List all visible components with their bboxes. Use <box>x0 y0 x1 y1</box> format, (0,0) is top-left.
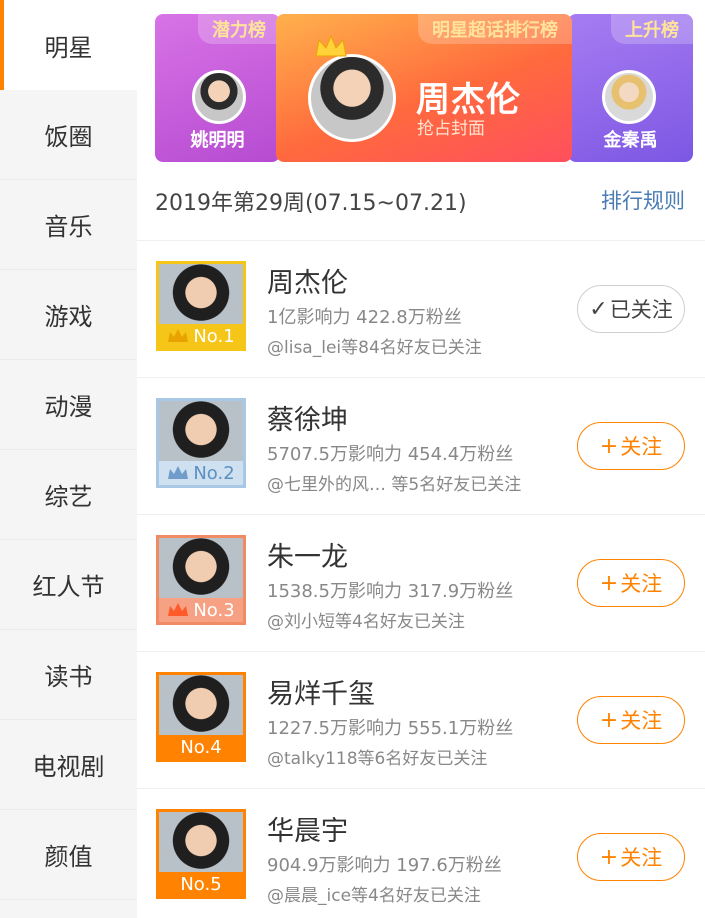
sidebar-item-games[interactable]: 游戏 <box>0 270 137 360</box>
follow-button[interactable]: + 关注 <box>577 696 685 744</box>
sidebar-item-label: 明星 <box>44 33 93 62</box>
sidebar-item-looks[interactable]: 颜值 <box>0 810 137 900</box>
sidebar-item-influencer[interactable]: 红人节 <box>0 540 137 630</box>
banner-tag: 潜力榜 <box>198 14 280 44</box>
follow-button-label: 关注 <box>620 846 663 870</box>
avatar <box>192 70 246 124</box>
follow-button-label: 关注 <box>620 709 663 733</box>
star-stats: 5707.5万影响力 454.4万粉丝 <box>267 444 514 465</box>
follow-button-label: 关注 <box>620 435 663 459</box>
star-name[interactable]: 朱一龙 <box>267 535 348 574</box>
star-name[interactable]: 华晨宇 <box>267 809 348 848</box>
rank-badge: No.1 <box>159 324 243 348</box>
ranking-row[interactable]: No.2 蔡徐坤 5707.5万影响力 454.4万粉丝 @七里外的风… 等5名… <box>137 377 705 514</box>
week-header: 2019年第29周(07.15~07.21) 排行规则 <box>155 185 695 219</box>
sidebar-item-label: 电视剧 <box>32 753 105 781</box>
follow-button[interactable]: + 关注 <box>577 422 685 470</box>
crown-icon <box>315 34 347 57</box>
sidebar-item-label: 颜值 <box>44 843 93 871</box>
follow-button-label: 关注 <box>620 572 663 596</box>
rank-number: No.5 <box>180 873 222 895</box>
follow-button-label: 已关注 <box>609 298 673 322</box>
crown-icon <box>168 603 189 616</box>
sidebar-item-label: 红人节 <box>32 573 105 601</box>
star-avatar[interactable]: No.3 <box>156 535 246 625</box>
star-stats: 1亿影响力 422.8万粉丝 <box>267 307 462 328</box>
crown-icon <box>168 329 189 342</box>
star-avatar[interactable]: No.2 <box>156 398 246 488</box>
rank-number: No.3 <box>193 599 235 621</box>
star-avatar[interactable]: No.1 <box>156 261 246 351</box>
star-avatar[interactable]: No.5 <box>156 809 246 899</box>
rank-number: No.2 <box>193 462 235 484</box>
week-label: 2019年第29周(07.15~07.21) <box>155 191 467 216</box>
banner-star-name: 金秦禹 <box>603 130 658 151</box>
rank-badge: No.2 <box>159 461 243 485</box>
rank-badge: No.5 <box>159 872 243 896</box>
rank-badge: No.3 <box>159 598 243 622</box>
friends-following: @lisa_lei等84名好友已关注 <box>267 338 482 358</box>
star-avatar[interactable]: No.4 <box>156 672 246 762</box>
plus-icon: + <box>599 844 619 870</box>
plus-icon: + <box>599 433 619 459</box>
plus-icon: + <box>599 707 619 733</box>
ranking-row[interactable]: No.4 易烊千玺 1227.5万影响力 555.1万粉丝 @talky118等… <box>137 651 705 788</box>
sidebar-item-fandom[interactable]: 饭圈 <box>0 90 137 180</box>
sidebar-item-label: 读书 <box>44 663 93 691</box>
category-sidebar: 明星 饭圈 音乐 游戏 动漫 综艺 红人节 读书 电视剧 颜值 <box>0 0 137 918</box>
followed-button[interactable]: ✓ 已关注 <box>577 285 685 333</box>
sidebar-item-label: 音乐 <box>44 213 93 241</box>
plus-icon: + <box>599 570 619 596</box>
star-name[interactable]: 易烊千玺 <box>267 672 375 711</box>
avatar <box>308 54 396 142</box>
sidebar-item-label: 动漫 <box>44 393 93 421</box>
avatar <box>602 70 656 124</box>
sidebar-item-music[interactable]: 音乐 <box>0 180 137 270</box>
sidebar-item-anime[interactable]: 动漫 <box>0 360 137 450</box>
sidebar-item-tv[interactable]: 电视剧 <box>0 720 137 810</box>
banner-tag: 明星超话排行榜 <box>418 14 572 44</box>
friends-following: @七里外的风… 等5名好友已关注 <box>267 475 522 495</box>
star-stats: 904.9万影响力 197.6万粉丝 <box>267 855 502 876</box>
follow-button[interactable]: + 关注 <box>577 833 685 881</box>
check-icon: ✓ <box>589 296 608 322</box>
banner-star-name: 姚明明 <box>190 130 245 151</box>
follow-button[interactable]: + 关注 <box>577 559 685 607</box>
sidebar-item-stars[interactable]: 明星 <box>0 0 137 90</box>
star-stats: 1538.5万影响力 317.9万粉丝 <box>267 581 514 602</box>
banner-tag: 上升榜 <box>611 14 693 44</box>
star-ranking-banner[interactable]: 明星超话排行榜 周杰伦 抢占封面 <box>276 14 572 162</box>
star-name[interactable]: 蔡徐坤 <box>267 398 348 437</box>
potential-chart-banner[interactable]: 潜力榜 姚明明 <box>155 14 280 162</box>
rising-chart-banner[interactable]: 上升榜 金秦禹 <box>568 14 693 162</box>
sidebar-item-label: 游戏 <box>44 303 93 331</box>
ranking-row[interactable]: No.1 周杰伦 1亿影响力 422.8万粉丝 @lisa_lei等84名好友已… <box>137 240 705 377</box>
rank-badge: No.4 <box>159 735 243 759</box>
friends-following: @晨晨_ice等4名好友已关注 <box>267 886 481 906</box>
star-name[interactable]: 周杰伦 <box>267 261 348 300</box>
sidebar-item-books[interactable]: 读书 <box>0 630 137 720</box>
banner-subtitle: 抢占封面 <box>417 119 485 139</box>
sidebar-item-label: 饭圈 <box>44 123 93 151</box>
ranking-row[interactable]: No.5 华晨宇 904.9万影响力 197.6万粉丝 @晨晨_ice等4名好友… <box>137 788 705 918</box>
ranking-rules-link[interactable]: 排行规则 <box>601 185 685 215</box>
rank-number: No.4 <box>180 736 222 758</box>
rank-number: No.1 <box>193 325 235 347</box>
crown-icon <box>168 466 189 479</box>
friends-following: @刘小短等4名好友已关注 <box>267 612 465 632</box>
ranking-row[interactable]: No.3 朱一龙 1538.5万影响力 317.9万粉丝 @刘小短等4名好友已关… <box>137 514 705 651</box>
friends-following: @talky118等6名好友已关注 <box>267 749 488 769</box>
sidebar-item-label: 综艺 <box>44 483 93 511</box>
sidebar-item-variety[interactable]: 综艺 <box>0 450 137 540</box>
star-stats: 1227.5万影响力 555.1万粉丝 <box>267 718 514 739</box>
